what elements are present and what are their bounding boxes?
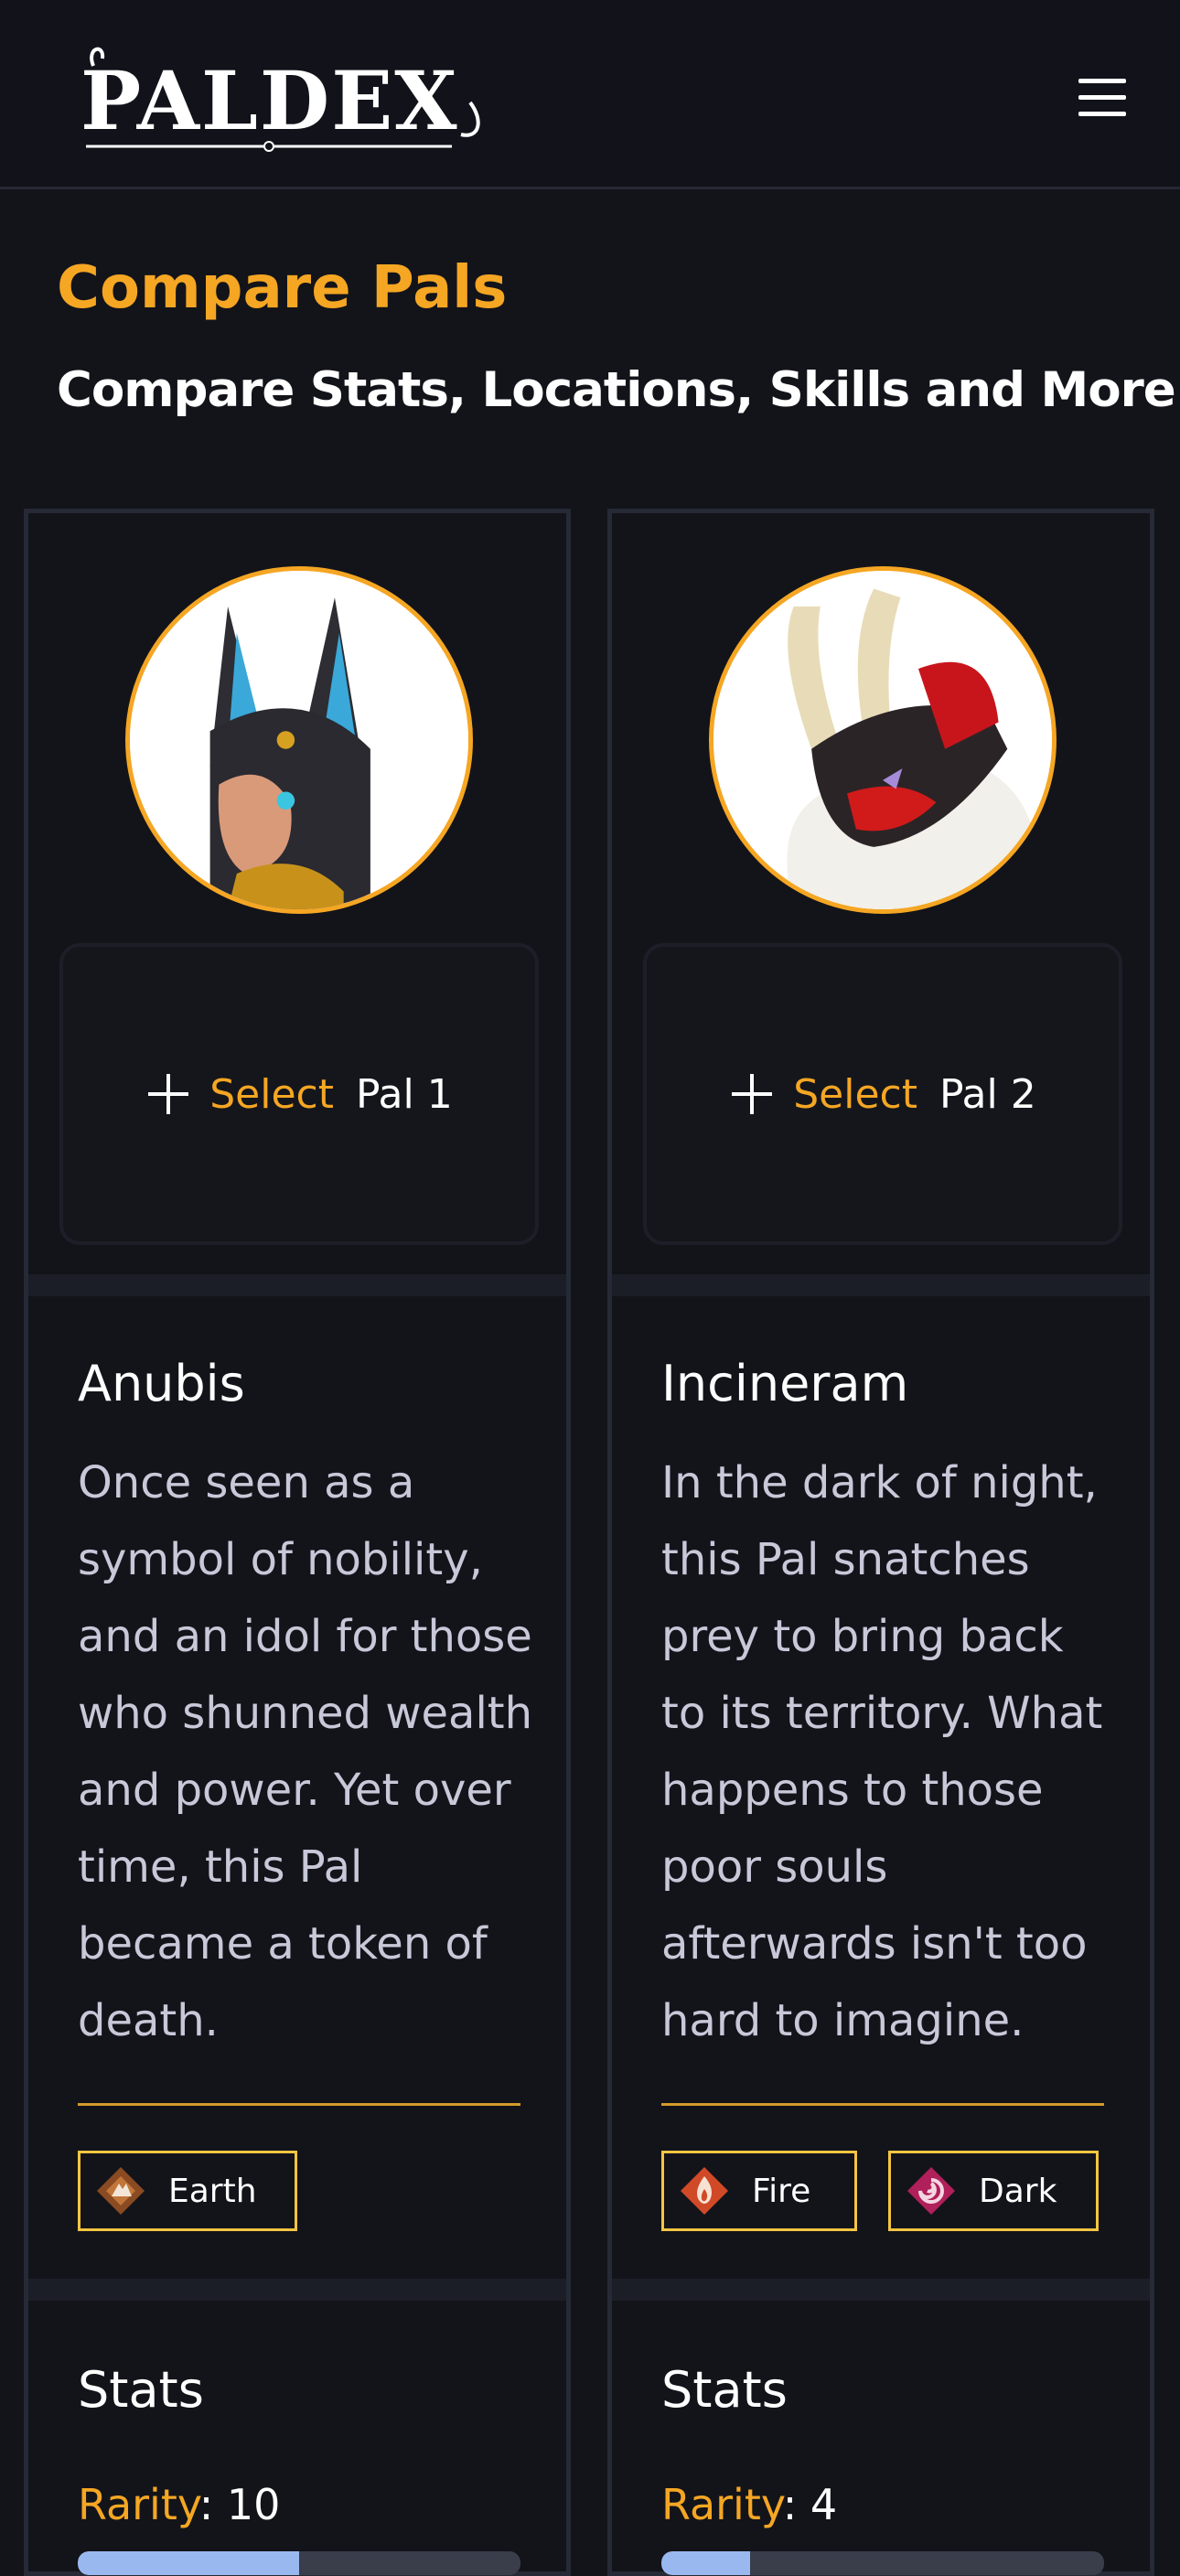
section-divider xyxy=(28,2279,566,2301)
rarity-label: Rarity xyxy=(78,2480,199,2529)
plus-icon xyxy=(732,1074,773,1114)
pal-1-portrait xyxy=(125,566,473,914)
section-divider xyxy=(612,2279,1150,2301)
page-subtitle: Compare Stats, Locations, Skills and Mor… xyxy=(57,362,1180,418)
section-divider xyxy=(28,1274,566,1296)
type-label: Dark xyxy=(979,2172,1057,2210)
pal-slot-label: Pal 2 xyxy=(939,1070,1036,1118)
stats-heading: Stats xyxy=(661,2361,788,2419)
plus-icon xyxy=(148,1074,189,1114)
rarity-bar-fill xyxy=(661,2551,750,2575)
logo-text: PALDEX xyxy=(80,53,459,148)
hamburger-menu-icon[interactable] xyxy=(1070,71,1134,124)
pal-description: Once seen as a symbol of nobility, and a… xyxy=(78,1457,533,2046)
fire-element-icon xyxy=(681,2167,728,2215)
stats-heading: Stats xyxy=(78,2361,204,2419)
rarity-bar-fill xyxy=(78,2551,299,2575)
paldex-logo[interactable]: PALDEX xyxy=(68,38,488,157)
rarity-row: Rarity: 4 xyxy=(661,2480,838,2529)
rarity-label: Rarity xyxy=(661,2480,783,2529)
pal-2-portrait xyxy=(709,566,1057,914)
rarity-bar xyxy=(661,2551,1104,2575)
rarity-value: 4 xyxy=(810,2480,838,2529)
dark-element-icon xyxy=(907,2167,955,2215)
rarity-value: 10 xyxy=(226,2480,281,2529)
pal-compare-card-2: Select Pal 2 Incineram In the dark of ni… xyxy=(607,509,1154,2576)
type-badge-fire[interactable]: Fire xyxy=(661,2151,857,2231)
rarity-bar xyxy=(78,2551,520,2575)
pal-name: Incineram xyxy=(661,1355,909,1412)
pal-compare-card-1: Select Pal 1 Anubis Once seen as a symbo… xyxy=(24,509,571,2576)
section-divider xyxy=(612,1274,1150,1296)
gold-divider xyxy=(661,2103,1104,2106)
page-title: Compare Pals xyxy=(57,254,508,322)
type-label: Fire xyxy=(752,2172,811,2210)
pal-description: In the dark of night, this Pal snatches … xyxy=(661,1457,1103,2046)
select-label: Select xyxy=(209,1070,334,1118)
gold-divider xyxy=(78,2103,520,2106)
select-pal-2-button[interactable]: Select Pal 2 xyxy=(643,943,1122,1245)
select-pal-1-button[interactable]: Select Pal 1 xyxy=(59,943,539,1245)
earth-element-icon xyxy=(97,2167,145,2215)
rarity-row: Rarity: 10 xyxy=(78,2480,281,2529)
site-header: PALDEX xyxy=(0,0,1180,189)
select-label: Select xyxy=(793,1070,917,1118)
pal-name: Anubis xyxy=(78,1355,245,1412)
type-badge-dark[interactable]: Dark xyxy=(888,2151,1099,2231)
type-label: Earth xyxy=(168,2172,257,2210)
pal-slot-label: Pal 1 xyxy=(356,1070,453,1118)
type-badge-earth[interactable]: Earth xyxy=(78,2151,297,2231)
